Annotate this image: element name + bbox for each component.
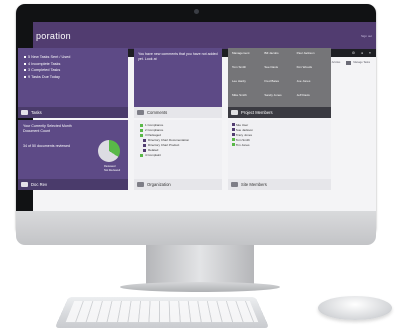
documents-icon xyxy=(21,182,28,187)
user-icon[interactable]: ● xyxy=(361,49,363,57)
documents-pie-chart xyxy=(98,140,120,162)
members-icon xyxy=(231,110,238,115)
comments-text: You have new comments that you have not … xyxy=(134,48,222,107)
documents-count-text: 34 of 50 documents reviewed xyxy=(23,144,70,148)
status-square xyxy=(140,124,143,127)
camera xyxy=(194,9,199,14)
toolbar-icon xyxy=(346,60,352,65)
site-members-footer[interactable]: Site Members xyxy=(228,179,331,190)
brand-logo: poration xyxy=(36,31,71,41)
member-cell: Joe Jones xyxy=(296,78,311,83)
tasks-icon xyxy=(21,110,28,115)
member-cell: Management xyxy=(232,51,250,55)
dashboard-grid: 5 New Tasks Sent / Used 4 Incomplete Tas… xyxy=(18,48,340,190)
pie-legend: Reviewed Not Reviewed xyxy=(104,165,120,172)
task-item[interactable]: 9 Tasks Due Today xyxy=(24,74,128,81)
status-square xyxy=(140,154,143,157)
desktop-scene: poration Sign out K3 · K3 · Admin · 03-0… xyxy=(0,0,404,331)
status-square xyxy=(143,139,146,142)
member-cell: Kim Woods xyxy=(296,64,312,69)
organization-footer[interactable]: Organization xyxy=(134,179,222,190)
status-square xyxy=(232,128,235,131)
org-item[interactable]: 4 Complaint xyxy=(140,153,216,158)
member-cell: Bill Jacobs xyxy=(264,51,279,55)
comments-panel[interactable]: You have new comments that you have not … xyxy=(134,48,222,118)
status-square xyxy=(140,134,143,137)
site-member-item[interactable]: Tim Jones xyxy=(232,143,327,148)
menu-icon[interactable]: ≡ xyxy=(369,49,371,57)
status-square xyxy=(232,123,235,126)
documents-footer[interactable]: Doc Rev xyxy=(18,179,128,190)
member-cell: Sandy Jones xyxy=(264,92,282,97)
status-square xyxy=(143,144,146,147)
organization-list: 1 Compliance 2 Compliance 3 Packaged Dir… xyxy=(134,120,222,179)
status-square xyxy=(232,138,235,141)
documents-count-label: Document Count xyxy=(23,129,50,133)
comments-footer[interactable]: Comments xyxy=(134,107,222,118)
organization-icon xyxy=(137,182,144,187)
member-cell: Lee Hardy xyxy=(232,78,246,83)
member-cell: Paul Jackson xyxy=(296,51,315,55)
members-icon xyxy=(231,182,238,187)
status-square xyxy=(140,129,143,132)
site-members-list: Site User Sue Jackson Tracy Jones Tom Sm… xyxy=(228,120,331,179)
status-square xyxy=(143,149,146,152)
monitor-chin xyxy=(16,211,376,245)
status-square xyxy=(232,143,235,146)
app-header: poration Sign out xyxy=(33,22,376,49)
member-cell: Jeff Davis xyxy=(296,92,310,97)
organization-panel[interactable]: 1 Compliance 2 Compliance 3 Packaged Dir… xyxy=(134,120,222,190)
project-members-panel[interactable]: Management Bill Jacobs Paul Jackson Tom … xyxy=(228,48,331,118)
tasks-panel[interactable]: 5 New Tasks Sent / Used 4 Incomplete Tas… xyxy=(18,48,128,118)
status-square xyxy=(232,133,235,136)
member-cell: Tom Smith xyxy=(232,64,247,69)
keyboard xyxy=(54,297,270,329)
project-members-footer[interactable]: Project Members xyxy=(228,107,331,118)
member-cell: Fred Bates xyxy=(264,78,280,83)
site-members-panel[interactable]: Site User Sue Jackson Tracy Jones Tom Sm… xyxy=(228,120,331,190)
legend-not-reviewed: Not Reviewed xyxy=(104,168,121,172)
header-link[interactable]: Sign out xyxy=(361,34,372,38)
settings-icon[interactable]: ⚙ xyxy=(352,49,355,57)
monitor-stand-base xyxy=(120,282,280,292)
toolbar-item-manage-tasks[interactable]: Manage Tasks xyxy=(346,60,370,65)
comments-icon xyxy=(137,110,144,115)
member-cell: Mike Smith xyxy=(232,92,247,97)
keyboard-keys xyxy=(65,300,259,323)
member-cell: Sue Davis xyxy=(264,64,279,69)
tasks-footer[interactable]: Tasks xyxy=(18,107,128,118)
documents-panel[interactable]: Your Currently Selected Month Document C… xyxy=(18,120,128,190)
project-members-grid: Management Bill Jacobs Paul Jackson Tom … xyxy=(228,48,331,107)
mouse xyxy=(318,296,392,320)
